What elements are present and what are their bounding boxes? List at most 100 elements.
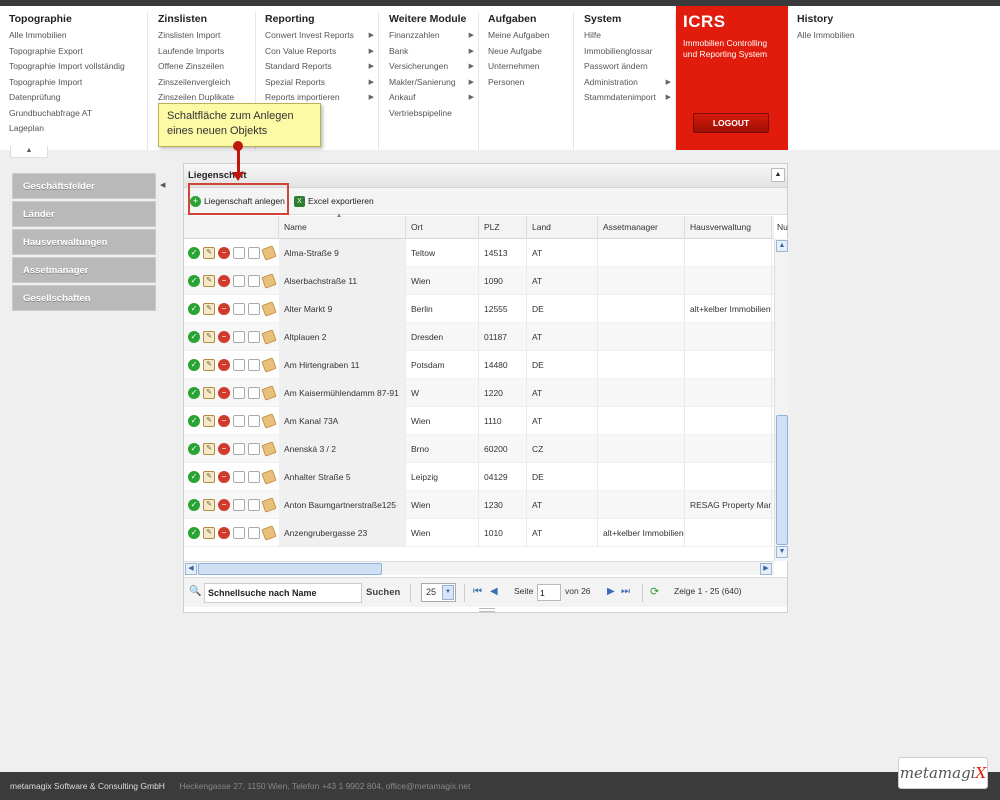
- column-header-hausverwaltung[interactable]: Hausverwaltung: [685, 216, 772, 239]
- tag-icon[interactable]: [261, 301, 277, 317]
- menu-heading[interactable]: Weitere Module: [389, 13, 478, 25]
- table-row[interactable]: ✓ ✎ − Anton Baumgartnerstraße125 Wien 1230 AT R…: [184, 491, 774, 519]
- menu-item[interactable]: Laufende Imports: [158, 44, 255, 60]
- menu-collapse-toggle[interactable]: ▲: [10, 146, 48, 158]
- quick-search-input[interactable]: [204, 583, 362, 603]
- sidebar-item-laender[interactable]: Länder: [12, 201, 156, 227]
- tag-icon[interactable]: [261, 273, 277, 289]
- edit-icon[interactable]: ✎: [203, 499, 215, 511]
- table-row[interactable]: ✓ ✎ − Anzengrubergasse 23 Wien 1010 AT alt+kelb…: [184, 519, 774, 547]
- menu-item[interactable]: Passwort ändern: [584, 59, 675, 75]
- menu-item[interactable]: Topographie Import: [9, 75, 147, 91]
- edit-icon[interactable]: ✎: [203, 247, 215, 259]
- copy-icon[interactable]: [248, 443, 260, 455]
- sidebar-item-hausverwaltungen[interactable]: Hausverwaltungen: [12, 229, 156, 255]
- delete-icon[interactable]: −: [218, 443, 230, 455]
- excel-export-button[interactable]: X Excel exportieren: [294, 192, 374, 211]
- page-number-input[interactable]: [537, 584, 561, 601]
- delete-icon[interactable]: −: [218, 499, 230, 511]
- table-row[interactable]: ✓ ✎ − Alter Markt 9 Berlin 12555 DE alt+kelber …: [184, 295, 774, 323]
- delete-icon[interactable]: −: [218, 415, 230, 427]
- tag-icon[interactable]: [261, 385, 277, 401]
- copy-icon[interactable]: [248, 275, 260, 287]
- approve-icon[interactable]: ✓: [188, 527, 200, 539]
- document-icon[interactable]: [233, 471, 245, 483]
- delete-icon[interactable]: −: [218, 527, 230, 539]
- menu-item[interactable]: Alle Immobilien: [9, 28, 147, 44]
- menu-item[interactable]: Immobilienglossar: [584, 44, 675, 60]
- menu-item[interactable]: Finanzzahlen ▶: [389, 28, 478, 44]
- menu-item[interactable]: Con Value Reports ▶: [265, 44, 378, 60]
- menu-item[interactable]: Topographie Export: [9, 44, 147, 60]
- edit-icon[interactable]: ✎: [203, 359, 215, 371]
- first-page-icon[interactable]: ⏮: [473, 586, 482, 597]
- tag-icon[interactable]: [261, 413, 277, 429]
- approve-icon[interactable]: ✓: [188, 275, 200, 287]
- tag-icon[interactable]: [261, 497, 277, 513]
- menu-item[interactable]: Zinslisten Import: [158, 28, 255, 44]
- menu-item[interactable]: Makler/Sanierung ▶: [389, 75, 478, 91]
- approve-icon[interactable]: ✓: [188, 331, 200, 343]
- menu-item[interactable]: Alle Immobilien: [797, 28, 893, 44]
- table-row[interactable]: ✓ ✎ − Anhalter Straße 5 Leipzig 04129 DE: [184, 463, 774, 491]
- approve-icon[interactable]: ✓: [188, 471, 200, 483]
- document-icon[interactable]: [233, 331, 245, 343]
- column-header-assetmanager[interactable]: Assetmanager: [598, 216, 685, 239]
- document-icon[interactable]: [233, 499, 245, 511]
- next-page-icon[interactable]: ▶: [607, 586, 615, 597]
- delete-icon[interactable]: −: [218, 247, 230, 259]
- column-header-name[interactable]: Name: [279, 216, 406, 239]
- menu-item[interactable]: Datenprüfung: [9, 90, 147, 106]
- edit-icon[interactable]: ✎: [203, 443, 215, 455]
- delete-icon[interactable]: −: [218, 387, 230, 399]
- menu-item[interactable]: Unternehmen: [488, 59, 573, 75]
- menu-heading[interactable]: Aufgaben: [488, 13, 573, 25]
- table-row[interactable]: ✓ ✎ − Alserbachstraße 11 Wien 1090 AT: [184, 267, 774, 295]
- sidebar-item-geschaeftsfelder[interactable]: Geschäftsfelder: [12, 173, 156, 199]
- delete-icon[interactable]: −: [218, 303, 230, 315]
- table-row[interactable]: ✓ ✎ − Anenská 3 / 2 Brno 60200 CZ: [184, 435, 774, 463]
- sidebar-item-assetmanager[interactable]: Assetmanager: [12, 257, 156, 283]
- table-row[interactable]: ✓ ✎ − Am Kanal 73A Wien 1110 AT: [184, 407, 774, 435]
- menu-heading[interactable]: Topographie: [9, 13, 147, 25]
- tag-icon[interactable]: [261, 357, 277, 373]
- edit-icon[interactable]: ✎: [203, 275, 215, 287]
- document-icon[interactable]: [233, 443, 245, 455]
- approve-icon[interactable]: ✓: [188, 499, 200, 511]
- tag-icon[interactable]: [261, 469, 277, 485]
- menu-item[interactable]: Spezial Reports ▶: [265, 75, 378, 91]
- menu-item[interactable]: Lageplan: [9, 121, 147, 137]
- menu-item[interactable]: Ankauf ▶: [389, 90, 478, 106]
- copy-icon[interactable]: [248, 471, 260, 483]
- approve-icon[interactable]: ✓: [188, 303, 200, 315]
- scroll-right-icon[interactable]: ▶: [760, 563, 772, 575]
- menu-heading[interactable]: Zinslisten: [158, 13, 255, 25]
- delete-icon[interactable]: −: [218, 359, 230, 371]
- menu-heading[interactable]: History: [797, 13, 893, 25]
- tag-icon[interactable]: [261, 525, 277, 541]
- copy-icon[interactable]: [248, 331, 260, 343]
- menu-item[interactable]: Standard Reports ▶: [265, 59, 378, 75]
- table-row[interactable]: ✓ ✎ − Alma-Straße 9 Teltow 14513 AT: [184, 239, 774, 267]
- menu-item[interactable]: Vertriebspipeline: [389, 106, 478, 122]
- menu-item[interactable]: Bank ▶: [389, 44, 478, 60]
- copy-icon[interactable]: [248, 499, 260, 511]
- menu-item[interactable]: Conwert Invest Reports ▶: [265, 28, 378, 44]
- column-header-nu[interactable]: Nu: [772, 216, 788, 239]
- menu-item[interactable]: Personen: [488, 75, 573, 91]
- copy-icon[interactable]: [248, 359, 260, 371]
- document-icon[interactable]: [233, 247, 245, 259]
- prev-page-icon[interactable]: ◀: [490, 586, 498, 597]
- edit-icon[interactable]: ✎: [203, 303, 215, 315]
- column-header-plz[interactable]: PLZ: [479, 216, 527, 239]
- vertical-scrollbar[interactable]: ▲ ▼: [774, 239, 788, 561]
- refresh-icon[interactable]: ⟳: [650, 585, 659, 598]
- vertical-scroll-thumb[interactable]: [776, 415, 788, 545]
- sidebar-collapse-icon[interactable]: ◀: [160, 181, 165, 189]
- table-row[interactable]: ✓ ✎ − Altplauen 2 Dresden 01187 AT: [184, 323, 774, 351]
- table-row[interactable]: ✓ ✎ − Am Hirtengraben 11 Potsdam 14480 DE: [184, 351, 774, 379]
- approve-icon[interactable]: ✓: [188, 387, 200, 399]
- menu-item[interactable]: Versicherungen ▶: [389, 59, 478, 75]
- scroll-left-icon[interactable]: ◀: [185, 563, 197, 575]
- logout-button[interactable]: LOGOUT: [693, 113, 769, 133]
